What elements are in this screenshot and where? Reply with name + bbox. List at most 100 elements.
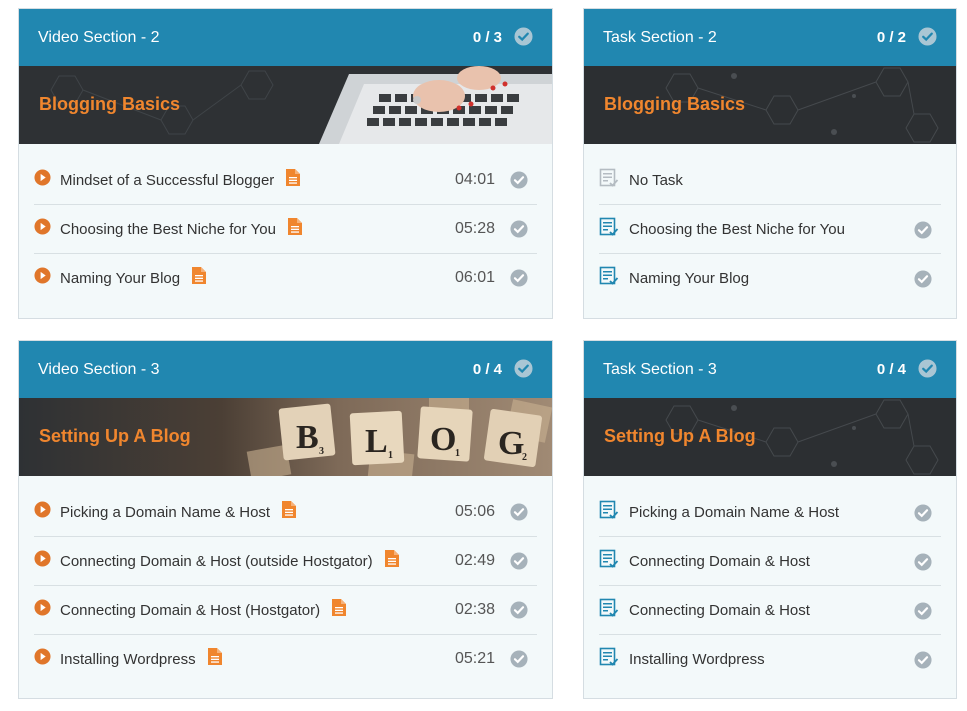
lesson-duration: 05:28 [454, 220, 495, 237]
task-list: No Task Choosing the Best Niche for You … [584, 144, 956, 302]
task-section-2-card: Task Section - 2 0 / 2 Blogging Basics N… [583, 8, 957, 319]
section-title: Task Section - 3 [603, 360, 717, 378]
lesson-row[interactable]: Mindset of a Successful Blogger 04:01 [34, 156, 537, 205]
tile-letter: B [296, 419, 319, 456]
section-progress: 0 / 2 [876, 29, 906, 46]
document-icon[interactable] [207, 648, 222, 670]
banner-title: Setting Up A Blog [604, 426, 756, 446]
section-title: Video Section - 2 [38, 28, 160, 46]
lesson-duration: 02:49 [454, 552, 495, 569]
lesson-title[interactable]: Connecting Domain & Host (Hostgator) [60, 602, 320, 619]
lesson-row[interactable]: Connecting Domain & Host (outside Hostga… [34, 537, 537, 586]
tile-subscript: 3 [319, 446, 324, 457]
task-title[interactable]: Naming Your Blog [629, 270, 749, 287]
tile-letter: L [365, 423, 388, 460]
section-progress: 0 / 4 [876, 361, 906, 378]
lesson-duration: 05:21 [454, 650, 495, 667]
task-list: Picking a Domain Name & Host Connecting … [584, 476, 956, 683]
lesson-row[interactable]: Choosing the Best Niche for You 05:28 [34, 205, 537, 254]
play-circle-icon[interactable] [34, 501, 51, 523]
task-row[interactable]: Picking a Domain Name & Host [599, 488, 941, 537]
task-section-3-header[interactable]: Task Section - 3 0 / 4 [584, 341, 956, 398]
lesson-duration: 04:01 [454, 171, 495, 188]
task-row[interactable]: Naming Your Blog [599, 254, 941, 302]
check-circle-icon[interactable] [510, 650, 528, 673]
lesson-title[interactable]: Mindset of a Successful Blogger [60, 172, 274, 189]
video-section-2-header[interactable]: Video Section - 2 0 / 3 [19, 9, 552, 66]
check-circle-icon[interactable] [914, 553, 932, 576]
task-list-icon[interactable] [599, 549, 619, 574]
tile-subscript: 1 [455, 448, 460, 459]
task-title: No Task [629, 171, 683, 189]
check-circle-icon[interactable] [914, 270, 932, 293]
lesson-row[interactable]: Picking a Domain Name & Host 05:06 [34, 488, 537, 537]
check-circle-icon[interactable] [510, 601, 528, 624]
lesson-title[interactable]: Connecting Domain & Host (outside Hostga… [60, 553, 373, 570]
video-section-2-card: Video Section - 2 0 / 3 Blogging Basics … [18, 8, 553, 319]
task-row[interactable]: Choosing the Best Niche for You [599, 205, 941, 254]
lesson-list: Mindset of a Successful Blogger 04:01 Ch… [19, 144, 552, 302]
document-icon[interactable] [282, 501, 297, 523]
task-title[interactable]: Picking a Domain Name & Host [629, 504, 839, 521]
check-circle-icon[interactable] [914, 602, 932, 625]
banner-title: Blogging Basics [39, 94, 181, 114]
document-icon[interactable] [384, 550, 399, 572]
play-circle-icon[interactable] [34, 267, 51, 289]
task-row[interactable]: Connecting Domain & Host [599, 586, 941, 635]
play-circle-icon[interactable] [34, 599, 51, 621]
task-row: No Task [599, 156, 941, 205]
section-progress: 0 / 4 [472, 361, 502, 378]
task-section-3-card: Task Section - 3 0 / 4 Setting Up A Blog… [583, 340, 957, 699]
task-title[interactable]: Installing Wordpress [629, 651, 765, 668]
section-banner: Blogging Basics [584, 66, 956, 144]
check-circle-icon [918, 359, 937, 383]
task-list-icon[interactable] [599, 217, 619, 242]
play-circle-icon[interactable] [34, 218, 51, 240]
document-icon[interactable] [332, 599, 347, 621]
lesson-title[interactable]: Choosing the Best Niche for You [60, 221, 276, 238]
check-circle-icon[interactable] [510, 269, 528, 292]
section-title: Task Section - 2 [603, 28, 717, 46]
task-list-icon[interactable] [599, 500, 619, 525]
lesson-row[interactable]: Connecting Domain & Host (Hostgator) 02:… [34, 586, 537, 635]
lesson-title[interactable]: Naming Your Blog [60, 270, 180, 287]
section-banner: Setting Up A Blog [584, 398, 956, 476]
document-icon[interactable] [287, 218, 302, 240]
lesson-title[interactable]: Picking a Domain Name & Host [60, 504, 270, 521]
task-row[interactable]: Installing Wordpress [599, 635, 941, 683]
tile-subscript: 2 [522, 452, 527, 463]
section-banner: B 3 L 1 O 1 G 2 Setting Up A Blog [19, 398, 552, 476]
play-circle-icon[interactable] [34, 169, 51, 191]
check-circle-icon [514, 27, 533, 51]
task-list-icon[interactable] [599, 266, 619, 291]
lesson-row[interactable]: Installing Wordpress 05:21 [34, 635, 537, 683]
document-icon[interactable] [286, 169, 301, 191]
lesson-row[interactable]: Naming Your Blog 06:01 [34, 254, 537, 302]
banner-title: Setting Up A Blog [39, 426, 191, 446]
check-circle-icon[interactable] [914, 651, 932, 674]
document-icon[interactable] [192, 267, 207, 289]
task-section-2-header[interactable]: Task Section - 2 0 / 2 [584, 9, 956, 66]
tile-subscript: 1 [388, 450, 393, 461]
play-circle-icon[interactable] [34, 550, 51, 572]
lesson-title[interactable]: Installing Wordpress [60, 651, 196, 668]
check-circle-icon[interactable] [510, 552, 528, 575]
task-title[interactable]: Connecting Domain & Host [629, 602, 810, 619]
task-title[interactable]: Connecting Domain & Host [629, 553, 810, 570]
check-circle-icon [918, 27, 937, 51]
task-list-icon[interactable] [599, 647, 619, 672]
task-title[interactable]: Choosing the Best Niche for You [629, 221, 845, 238]
check-circle-icon[interactable] [510, 171, 528, 194]
check-circle-icon[interactable] [914, 221, 932, 244]
task-row[interactable]: Connecting Domain & Host [599, 537, 941, 586]
lesson-duration: 02:38 [454, 601, 495, 618]
check-circle-icon[interactable] [510, 503, 528, 526]
lesson-list: Picking a Domain Name & Host 05:06 Conne… [19, 476, 552, 683]
check-circle-icon[interactable] [914, 504, 932, 527]
check-circle-icon[interactable] [510, 220, 528, 243]
task-list-icon[interactable] [599, 598, 619, 623]
video-section-3-header[interactable]: Video Section - 3 0 / 4 [19, 341, 552, 398]
play-circle-icon[interactable] [34, 648, 51, 670]
tile-letter: O [430, 421, 456, 458]
section-title: Video Section - 3 [38, 360, 160, 378]
